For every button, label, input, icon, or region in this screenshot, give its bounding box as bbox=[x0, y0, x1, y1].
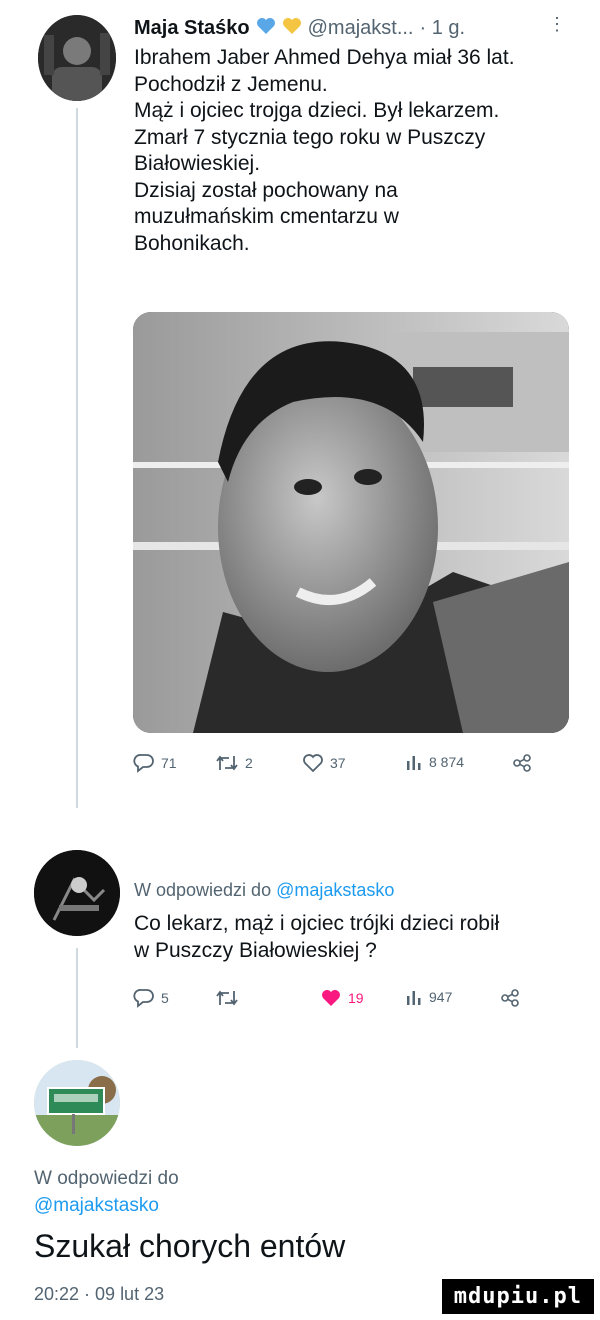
reply1-text: Co lekarz, mąż i ojciec trójki dzieci ro… bbox=[134, 911, 574, 964]
tweet-text-line: Ibrahem Jaber Ahmed Dehya miał 36 lat. bbox=[134, 46, 515, 69]
heart-emoji-yellow-icon bbox=[282, 17, 302, 40]
reply1-view-count: 947 bbox=[429, 989, 453, 1005]
reply-icon bbox=[133, 989, 154, 1008]
avatar-reply2[interactable] bbox=[34, 1060, 120, 1146]
heart-icon bbox=[303, 754, 323, 773]
avatar-reply1[interactable] bbox=[34, 850, 120, 936]
tweet-photo[interactable] bbox=[133, 312, 569, 733]
reply1-share-button[interactable] bbox=[500, 988, 520, 1008]
share-button[interactable] bbox=[512, 753, 532, 773]
watermark-logo: mdupiu.pl bbox=[441, 1279, 594, 1314]
more-options-icon[interactable]: ⋮ bbox=[548, 14, 566, 35]
tweet-text-line: Białowieskiej. bbox=[134, 152, 261, 175]
tweet-text-line: Mąż i ojciec trojga dzieci. Był lekarzem… bbox=[134, 99, 500, 122]
reply2-text: Szukał chorych entów bbox=[34, 1228, 346, 1264]
heart-filled-icon bbox=[322, 990, 340, 1006]
reply1-text-line: Co lekarz, mąż i ojciec trójki dzieci ro… bbox=[134, 912, 500, 935]
avatar-maja[interactable] bbox=[38, 15, 116, 101]
replying-to-handle[interactable]: @majakstasko bbox=[276, 880, 394, 900]
reply2-replying-to: W odpowiedzi do @majakstasko bbox=[34, 1165, 179, 1219]
tweet-text-line: Zmarł 7 stycznia tego roku w Puszczy bbox=[134, 125, 486, 149]
author-name[interactable]: Maja Staśko bbox=[134, 17, 250, 40]
thread-line-1 bbox=[76, 108, 78, 808]
retweet-count: 2 bbox=[245, 755, 253, 771]
reply1-reply-count: 5 bbox=[161, 990, 169, 1006]
reply1-replying-to: W odpowiedzi do @majakstasko bbox=[134, 880, 394, 901]
reply1-reply-button[interactable]: 5 bbox=[133, 988, 169, 1008]
share-icon bbox=[501, 989, 519, 1007]
replying-to-handle[interactable]: @majakstasko bbox=[34, 1192, 179, 1219]
tweet-text-line: Pochodził z Jemenu. bbox=[134, 72, 328, 96]
reply1-text-line: w Puszczy Białowieskiej ? bbox=[134, 938, 377, 962]
author-handle[interactable]: @majakst... bbox=[308, 17, 414, 40]
tweet-text-line: Bohonikach. bbox=[134, 231, 250, 255]
reply-count: 71 bbox=[161, 755, 177, 771]
like-count: 37 bbox=[330, 755, 346, 771]
reply-icon bbox=[133, 754, 154, 773]
reply1-retweet-button[interactable] bbox=[215, 988, 245, 1008]
retweet-button[interactable]: 2 bbox=[215, 753, 253, 773]
reply1-views-button[interactable]: 947 bbox=[405, 988, 452, 1006]
tweet-text: Ibrahem Jaber Ahmed Dehya miał 36 lat. P… bbox=[134, 45, 574, 257]
reply-button[interactable]: 71 bbox=[133, 753, 177, 773]
views-button[interactable]: 8 874 bbox=[405, 753, 464, 771]
reply1-like-count: 19 bbox=[348, 990, 364, 1006]
retweet-icon bbox=[216, 990, 238, 1006]
analytics-icon bbox=[407, 756, 421, 770]
replying-to-label: W odpowiedzi do bbox=[34, 1168, 179, 1189]
reply2-timestamp[interactable]: 20:22 · 09 lut 23 bbox=[34, 1284, 164, 1305]
tweet-time: · 1 g. bbox=[419, 16, 466, 39]
tweet-text-line: Dzisiaj został pochowany na bbox=[134, 178, 398, 202]
reply1-like-button[interactable]: 19 bbox=[320, 988, 364, 1008]
analytics-icon bbox=[407, 991, 421, 1005]
view-count: 8 874 bbox=[429, 754, 465, 770]
tweet-text-line: muzułmańskim cmentarzu w bbox=[134, 205, 399, 228]
retweet-icon bbox=[216, 755, 238, 771]
thread-line-2 bbox=[76, 948, 78, 1048]
like-button[interactable]: 37 bbox=[302, 753, 346, 773]
replying-to-label: W odpowiedzi do bbox=[134, 880, 272, 900]
share-icon bbox=[513, 754, 531, 772]
heart-emoji-blue-icon bbox=[256, 17, 276, 40]
tweet-header: Maja Staśko @majakst... · 1 g. bbox=[134, 14, 574, 42]
